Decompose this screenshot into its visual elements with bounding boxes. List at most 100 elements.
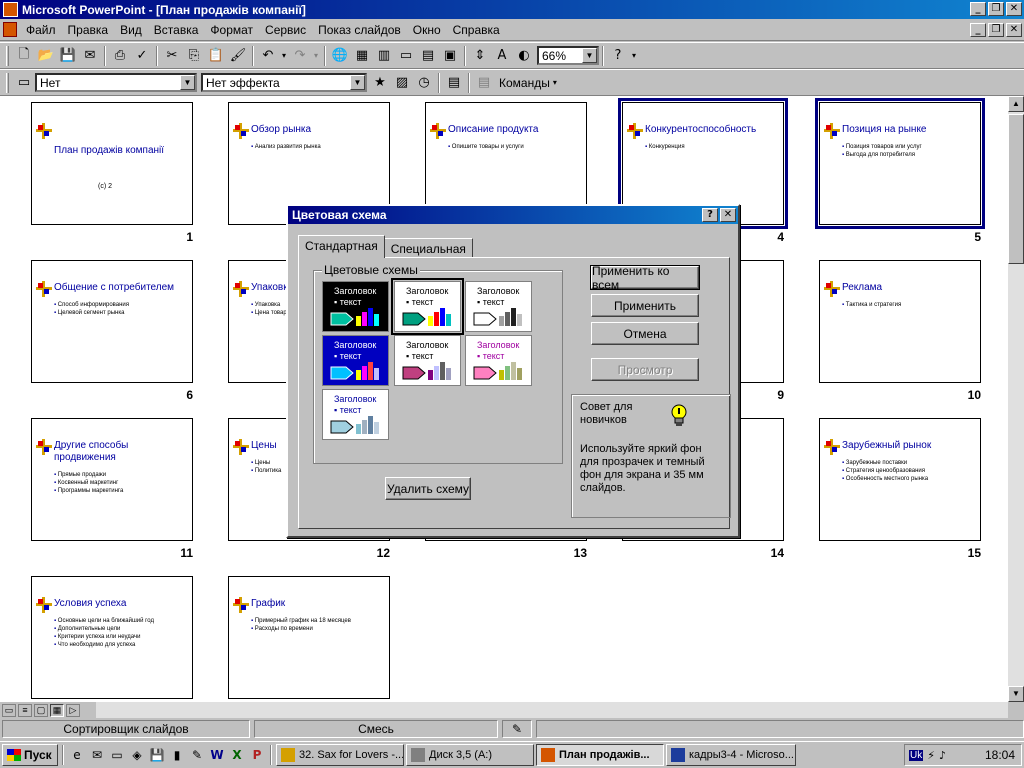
- scroll-thumb[interactable]: [1008, 114, 1024, 264]
- grayscale-icon[interactable]: ◐: [513, 45, 535, 67]
- excel-icon[interactable]: X: [228, 746, 246, 764]
- book-icon[interactable]: ▮: [168, 746, 186, 764]
- speaker-notes-icon[interactable]: ▤: [473, 72, 495, 94]
- menu-file[interactable]: Файл: [20, 23, 62, 37]
- new-slide-icon[interactable]: ▭: [395, 45, 417, 67]
- doc-close-button[interactable]: ✕: [1006, 23, 1022, 37]
- hyperlink-icon[interactable]: 🌐: [329, 45, 351, 67]
- spelling-status-icon[interactable]: ✎: [502, 720, 532, 738]
- desktop-icon[interactable]: ▭: [108, 746, 126, 764]
- menu-tools[interactable]: Сервис: [259, 23, 312, 37]
- channels-icon[interactable]: ◈: [128, 746, 146, 764]
- task-sax[interactable]: 32. Sax for Lovers -...: [276, 744, 404, 766]
- document-icon[interactable]: [3, 22, 17, 37]
- pencil-icon[interactable]: ✎: [188, 746, 206, 764]
- powerpoint-taskbar-icon[interactable]: P: [248, 746, 266, 764]
- horizontal-scrollbar[interactable]: [96, 702, 1008, 718]
- slide-view-icon[interactable]: ▢: [34, 703, 48, 717]
- copy-icon[interactable]: ⎘: [183, 45, 205, 67]
- slide-thumbnail[interactable]: План продажів компанії (c) 2: [31, 102, 193, 225]
- color-scheme-option[interactable]: Заголовок ▪ текст: [465, 281, 532, 332]
- slide-sorter-view-icon[interactable]: ▦: [50, 703, 64, 717]
- doc-minimize-button[interactable]: _: [970, 23, 986, 37]
- slide-thumbnail[interactable]: Зарубежный рынок Зарубежные поставкиСтрат…: [819, 418, 981, 541]
- scroll-up-icon[interactable]: ▲: [1008, 96, 1024, 112]
- spelling-icon[interactable]: ✓: [131, 45, 153, 67]
- close-button[interactable]: ✕: [1006, 2, 1022, 16]
- task-floppy[interactable]: Диск 3,5 (A:): [406, 744, 534, 766]
- outlook-icon[interactable]: ✉: [88, 746, 106, 764]
- color-scheme-option[interactable]: Заголовок ▪ текст: [394, 335, 461, 386]
- toolbar-grip[interactable]: [6, 72, 9, 93]
- text-effect-select[interactable]: Нет эффекта ▼: [201, 73, 367, 92]
- color-scheme-option[interactable]: Заголовок ▪ текст: [322, 281, 389, 332]
- chevron-down-icon[interactable]: ▼: [350, 75, 365, 90]
- dialog-help-button[interactable]: ?: [702, 208, 718, 222]
- slide-thumbnail[interactable]: Позиция на рынке Позиция товаров или услу…: [815, 98, 985, 229]
- vertical-scrollbar[interactable]: ▲ ▼: [1008, 96, 1024, 702]
- restore-button[interactable]: ❐: [988, 2, 1004, 16]
- word-icon[interactable]: W: [208, 746, 226, 764]
- undo-icon[interactable]: ↶: [257, 45, 279, 67]
- dialog-close-button[interactable]: ✕: [720, 208, 736, 222]
- apply-button[interactable]: Применить: [591, 294, 699, 317]
- paste-icon[interactable]: 📋: [205, 45, 227, 67]
- apply-design-icon[interactable]: ▣: [439, 45, 461, 67]
- menu-view[interactable]: Вид: [114, 23, 148, 37]
- preview-button[interactable]: Просмотр: [591, 358, 699, 381]
- menu-insert[interactable]: Вставка: [148, 23, 205, 37]
- toolbar-grip[interactable]: [6, 45, 9, 66]
- redo-dropdown-icon[interactable]: ▾: [311, 45, 321, 67]
- open-icon[interactable]: 📂: [35, 45, 57, 67]
- tab-custom[interactable]: Специальная: [383, 238, 473, 258]
- slide-thumbnail[interactable]: Условия успеха Основные цели на ближайший…: [31, 576, 193, 699]
- summary-slide-icon[interactable]: ▤: [443, 72, 465, 94]
- save-icon[interactable]: 💾: [57, 45, 79, 67]
- delete-scheme-button[interactable]: Удалить схему: [385, 477, 471, 500]
- email-icon[interactable]: ✉: [79, 45, 101, 67]
- transition-select[interactable]: Нет ▼: [35, 73, 197, 92]
- show-formatting-icon[interactable]: A: [491, 45, 513, 67]
- zoom-select[interactable]: 66% ▼: [537, 46, 599, 65]
- slide-layout-icon[interactable]: ▤: [417, 45, 439, 67]
- slideshow-view-icon[interactable]: ▷: [66, 703, 80, 717]
- color-scheme-option[interactable]: Заголовок ▪ текст: [322, 335, 389, 386]
- minimize-button[interactable]: _: [970, 2, 986, 16]
- redo-icon[interactable]: ↷: [289, 45, 311, 67]
- print-icon[interactable]: ⎙: [109, 45, 131, 67]
- dialog-titlebar[interactable]: Цветовая схема ? ✕: [288, 206, 738, 224]
- menu-slideshow[interactable]: Показ слайдов: [312, 23, 407, 37]
- volume-icon[interactable]: ♪: [939, 749, 946, 762]
- language-indicator[interactable]: Uk: [909, 749, 924, 761]
- chevron-down-icon[interactable]: ▾: [553, 78, 557, 87]
- rehearse-timings-icon[interactable]: ◷: [413, 72, 435, 94]
- outline-view-icon[interactable]: ≡: [18, 703, 32, 717]
- slide-thumbnail[interactable]: Другие способы продвижения Прямые продажи…: [31, 418, 193, 541]
- commands-menu[interactable]: Команды: [499, 76, 550, 90]
- tab-standard[interactable]: Стандартная: [298, 235, 385, 258]
- menu-help[interactable]: Справка: [447, 23, 506, 37]
- color-scheme-option[interactable]: Заголовок ▪ текст: [391, 278, 464, 335]
- slide-thumbnail[interactable]: Общение с потребителем Способ информирова…: [31, 260, 193, 383]
- chevron-down-icon[interactable]: ▼: [582, 48, 597, 63]
- doc-restore-button[interactable]: ❐: [988, 23, 1004, 37]
- menu-format[interactable]: Формат: [204, 23, 259, 37]
- floppy-icon[interactable]: 💾: [148, 746, 166, 764]
- help-icon[interactable]: ?: [607, 45, 629, 67]
- power-icon[interactable]: ⚡: [927, 749, 935, 762]
- format-painter-icon[interactable]: 🖌: [227, 45, 249, 67]
- task-powerpoint[interactable]: План продажів...: [536, 744, 664, 766]
- chart-icon[interactable]: ▥: [373, 45, 395, 67]
- animation-icon[interactable]: ★: [369, 72, 391, 94]
- new-icon[interactable]: 🗋: [13, 45, 35, 67]
- clock[interactable]: 18:04: [985, 748, 1021, 762]
- menu-edit[interactable]: Правка: [62, 23, 115, 37]
- start-button[interactable]: Пуск: [2, 744, 58, 766]
- normal-view-icon[interactable]: ▭: [2, 703, 16, 717]
- menu-window[interactable]: Окно: [407, 23, 447, 37]
- ie-icon[interactable]: e: [68, 746, 86, 764]
- expand-icon[interactable]: ⇕: [469, 45, 491, 67]
- hide-slide-icon[interactable]: ▨: [391, 72, 413, 94]
- scroll-down-icon[interactable]: ▼: [1008, 686, 1024, 702]
- cancel-button[interactable]: Отмена: [591, 322, 699, 345]
